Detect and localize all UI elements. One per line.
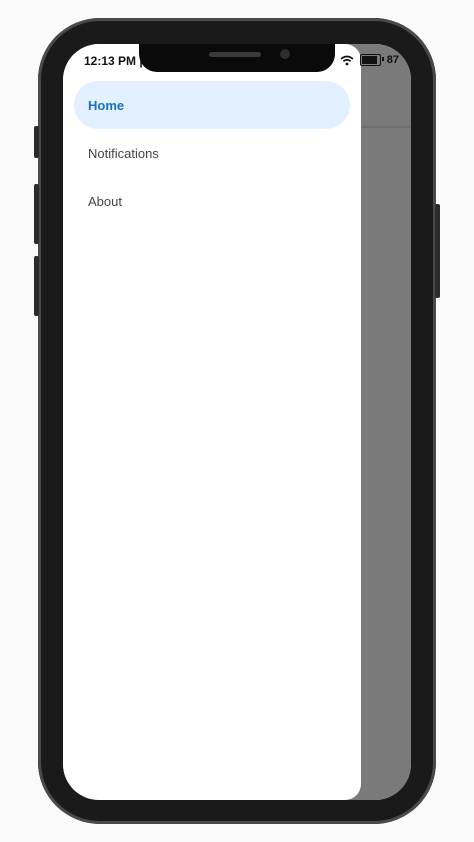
status-icons: 87 xyxy=(340,54,399,66)
notch xyxy=(139,44,335,72)
camera-icon xyxy=(280,49,290,59)
drawer-item-label: Home xyxy=(88,97,125,113)
screen: Home Notifications About 12:13 PM | 87 xyxy=(63,44,411,800)
mute-switch xyxy=(34,126,39,158)
battery-icon xyxy=(359,54,384,66)
power-button xyxy=(435,204,440,298)
battery-percent: 87 xyxy=(386,54,399,66)
drawer-item-about[interactable]: About xyxy=(74,177,350,225)
navigation-drawer: Home Notifications About xyxy=(63,44,361,800)
volume-down-button xyxy=(34,256,39,316)
drawer-item-notifications[interactable]: Notifications xyxy=(74,129,350,177)
wifi-icon xyxy=(340,55,354,65)
speaker-grille xyxy=(209,52,261,57)
drawer-item-home[interactable]: Home xyxy=(74,81,350,129)
volume-up-button xyxy=(34,184,39,244)
drawer-item-label: About xyxy=(88,193,122,209)
status-time: 12:13 PM | xyxy=(84,54,143,68)
drawer-item-label: Notifications xyxy=(88,145,159,161)
